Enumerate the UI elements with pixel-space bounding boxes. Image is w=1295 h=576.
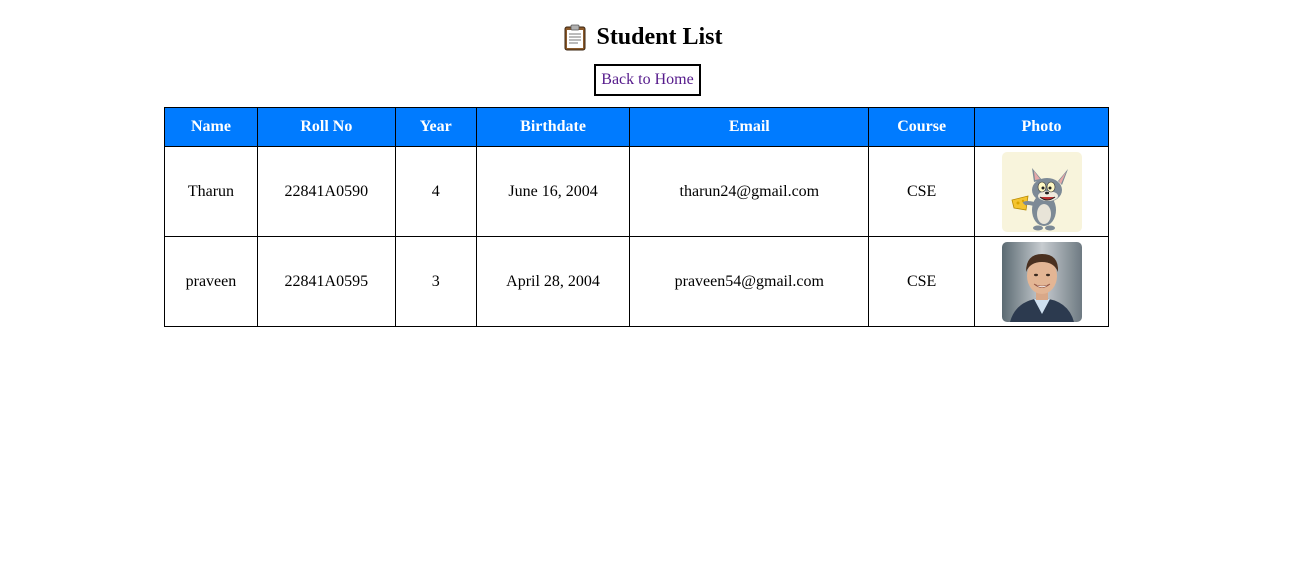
cell-birthdate: April 28, 2004 bbox=[475, 236, 631, 327]
column-header-birthdate: Birthdate bbox=[475, 107, 631, 147]
cell-roll-no: 22841A0590 bbox=[256, 146, 396, 237]
column-header-email: Email bbox=[629, 107, 870, 147]
back-row: Back to Home bbox=[0, 64, 1295, 96]
cell-birthdate: June 16, 2004 bbox=[475, 146, 631, 237]
page-title: Student List bbox=[596, 24, 723, 50]
column-header-year: Year bbox=[394, 107, 477, 147]
column-header-name: Name bbox=[164, 107, 258, 147]
cell-email: praveen54@gmail.com bbox=[629, 236, 870, 327]
cell-name: praveen bbox=[164, 236, 258, 327]
column-header-roll-no: Roll No bbox=[256, 107, 396, 147]
clipboard-icon bbox=[564, 24, 586, 51]
students-table: Name Roll No Year Birthdate Email Course… bbox=[164, 107, 1109, 327]
cell-roll-no: 22841A0595 bbox=[256, 236, 396, 327]
back-to-home-link[interactable]: Back to Home bbox=[594, 64, 701, 96]
cell-photo bbox=[974, 236, 1109, 327]
cell-email: tharun24@gmail.com bbox=[629, 146, 870, 237]
table-row: praveen 22841A0595 3 April 28, 2004 prav… bbox=[164, 236, 1109, 327]
title-row: Student List bbox=[0, 0, 1295, 52]
column-header-course: Course bbox=[868, 107, 976, 147]
cell-course: CSE bbox=[868, 236, 976, 327]
header-row: Name Roll No Year Birthdate Email Course… bbox=[164, 107, 1109, 147]
smiling-man-in-suit-photo bbox=[1001, 241, 1082, 322]
cell-name: Tharun bbox=[164, 146, 258, 237]
student-list-page: Student List Back to Home Name Roll No Y… bbox=[0, 0, 1295, 327]
cell-photo bbox=[974, 146, 1109, 237]
table-body: Tharun 22841A0590 4 June 16, 2004 tharun… bbox=[164, 146, 1109, 327]
cell-year: 3 bbox=[394, 236, 477, 327]
cartoon-cat-with-cheese-photo bbox=[1001, 151, 1082, 232]
cell-year: 4 bbox=[394, 146, 477, 237]
column-header-photo: Photo bbox=[974, 107, 1109, 147]
table-row: Tharun 22841A0590 4 June 16, 2004 tharun… bbox=[164, 146, 1109, 237]
cell-course: CSE bbox=[868, 146, 976, 237]
table-header: Name Roll No Year Birthdate Email Course… bbox=[164, 107, 1109, 147]
